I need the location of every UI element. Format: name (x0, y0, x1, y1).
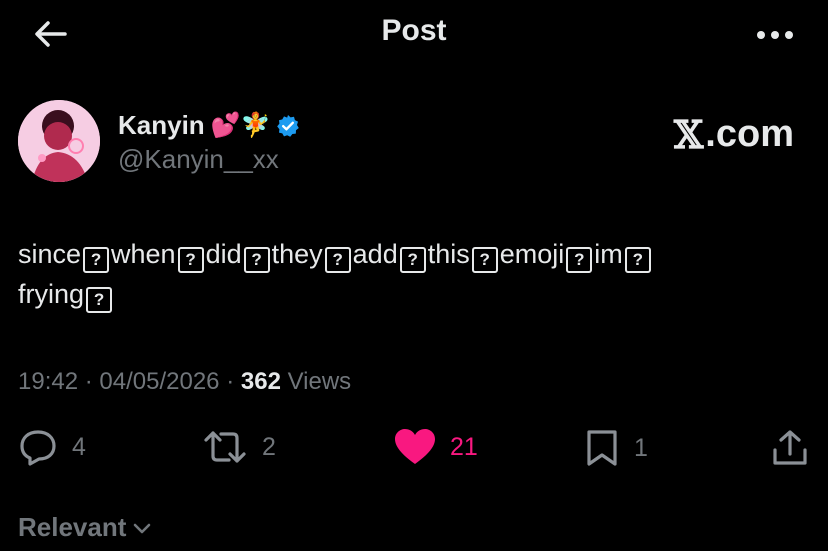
verified-badge-icon (277, 114, 300, 137)
avatar-image (18, 100, 100, 182)
sort-label: Relevant (18, 512, 127, 542)
missing-glyph-icon: ? (83, 247, 110, 273)
bookmark-count: 1 (634, 433, 648, 462)
like-button[interactable]: 21 (394, 428, 478, 466)
missing-glyph-icon: ? (324, 247, 351, 273)
post-date: 04/05/2026 (99, 368, 220, 395)
share-icon (773, 430, 807, 465)
missing-glyph-icon: ? (399, 247, 426, 273)
more-options-button[interactable] (756, 16, 794, 46)
post-time: 19:42 (18, 368, 79, 395)
tweet-word: did (205, 239, 242, 269)
author-name-row[interactable]: Kanyin 💕🧚 (118, 110, 300, 141)
x-logo-icon: 𝕏 (673, 112, 704, 157)
tweet-word: add (352, 239, 398, 269)
like-count: 21 (450, 432, 478, 461)
reply-button[interactable]: 4 (18, 428, 86, 466)
tweet-word: when (111, 239, 176, 269)
more-options-icon (757, 31, 793, 39)
chevron-down-icon (134, 523, 151, 533)
missing-glyph-icon: ? (471, 247, 498, 273)
page-title: Post (381, 14, 447, 47)
tweet-word: this (427, 239, 470, 269)
author-name: Kanyin (118, 110, 205, 140)
repost-count: 2 (262, 432, 276, 461)
tweet-text: since? when? did? they? add? this? emoji? im? f… (18, 234, 808, 314)
tweet-word: im (594, 239, 623, 269)
meta-separator: · (226, 368, 235, 395)
tweet-word: since (18, 239, 82, 269)
x-com-watermark: 𝕏 .com (674, 112, 794, 157)
post-meta: 19:42 · 04/05/2026 · 362 Views (18, 368, 351, 396)
meta-separator: · (84, 368, 93, 395)
author-handle[interactable]: @Kanyin__xx (118, 144, 279, 175)
repost-button[interactable]: 2 (202, 428, 276, 466)
tweet-word: frying (18, 279, 85, 309)
missing-glyph-icon: ? (86, 287, 113, 313)
tweet-word: they (271, 239, 323, 269)
reply-icon (20, 430, 56, 466)
views-count[interactable]: 362 (241, 368, 281, 395)
missing-glyph-icon: ? (566, 247, 593, 273)
repost-icon (204, 431, 246, 463)
bookmark-button[interactable]: 1 (584, 428, 648, 468)
missing-glyph-icon: ? (243, 247, 270, 273)
share-button[interactable] (770, 428, 810, 468)
heart-filled-icon (395, 429, 435, 464)
avatar[interactable] (18, 100, 100, 182)
bookmark-icon (587, 430, 617, 466)
watermark-text: .com (705, 113, 794, 155)
missing-glyph-icon: ? (177, 247, 204, 273)
name-emojis: 💕🧚 (210, 112, 271, 139)
tweet-word: emoji (499, 239, 565, 269)
missing-glyph-icon: ? (624, 247, 651, 273)
sort-dropdown[interactable]: Relevant (18, 512, 152, 543)
views-label[interactable]: Views (288, 368, 352, 395)
reply-count: 4 (72, 432, 86, 461)
